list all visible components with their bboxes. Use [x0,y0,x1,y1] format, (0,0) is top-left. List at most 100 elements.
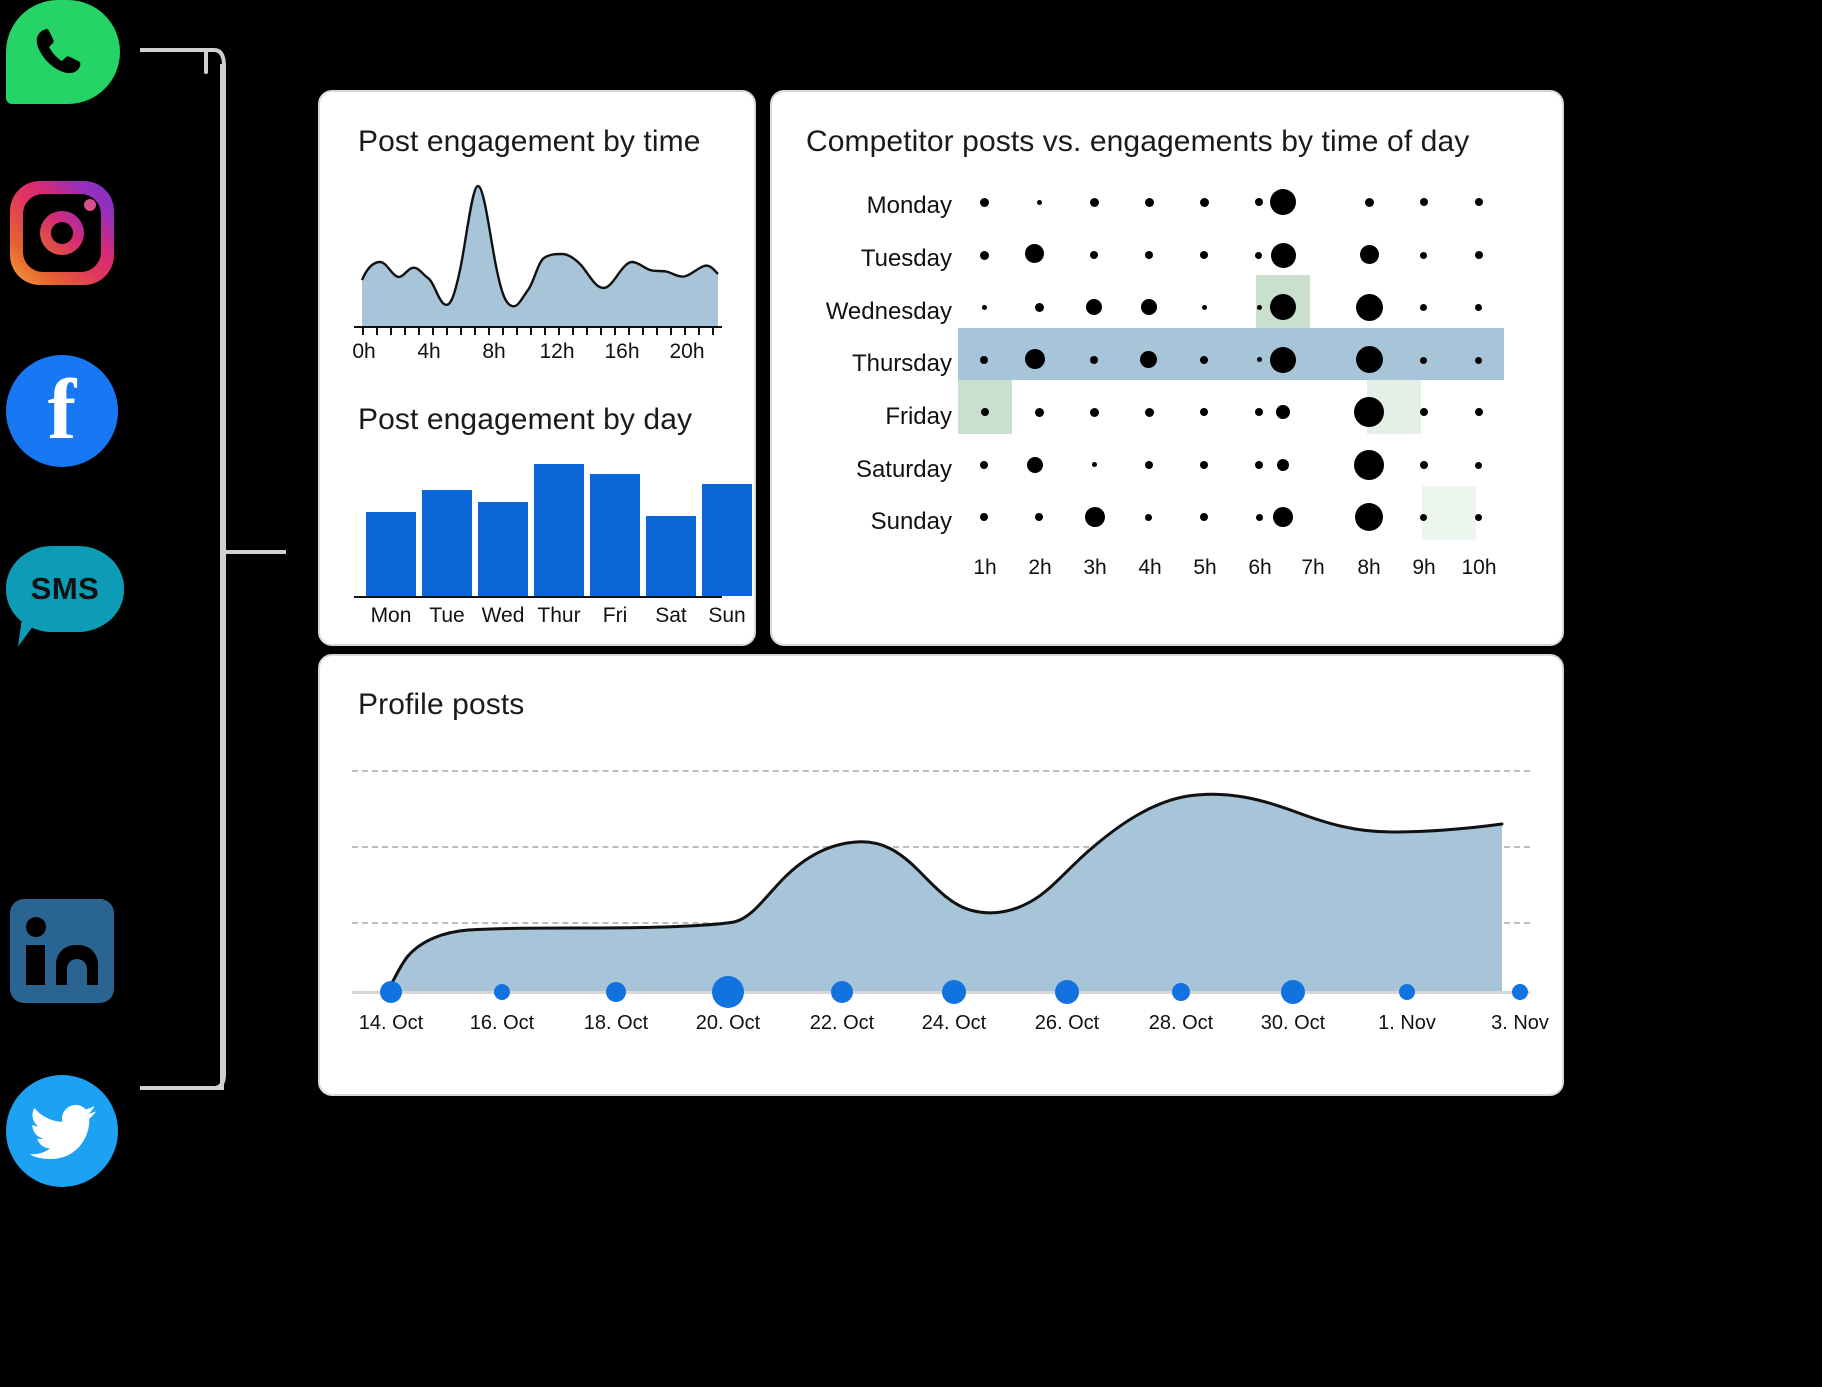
bubble-mon-9h [1420,198,1428,206]
bubble-sun-4h [1145,514,1152,521]
bar-wed [478,502,528,596]
hour-tick-7h: 7h [1301,556,1325,579]
bracket-curves [204,48,226,1090]
linkedin-n-cutout [67,959,87,985]
instagram-icon[interactable] [6,175,126,295]
linkedin-icon[interactable] [6,895,126,1015]
twitter-bird-glyph [30,1105,96,1159]
bubble-sun-1h [980,513,988,521]
whatsapp-handset-glyph [36,28,81,74]
sms-icon[interactable]: SMS [6,540,126,660]
bubble-wed-5h [1202,305,1207,310]
bubble-sat-3h [1092,462,1097,467]
engagement-day-axis [354,596,722,598]
bubble-fri-2h [1035,408,1044,417]
twitter-icon[interactable] [6,1075,126,1195]
bubble-tue-5h [1200,251,1208,259]
bar-thur [534,464,584,596]
bracket-top-arm [140,48,208,52]
instagram-frame-shape [10,181,114,285]
hour-tick-1h: 1h [973,556,997,579]
hour-tick-3h: 3h [1083,556,1107,579]
sms-label: SMS [30,571,100,606]
bubble-sun-9h [1420,514,1427,521]
day-tick-sat: Sat [655,604,687,627]
bubble-wed-7h [1270,294,1296,320]
bubble-thu-8h [1356,346,1383,373]
bubble-fri-9h [1420,408,1428,416]
row-label-saturday: Saturday [855,456,952,483]
bubble-fri-10h [1475,408,1483,416]
bubble-mon-6h [1255,198,1263,206]
bubble-sun-8h [1355,503,1383,531]
bubble-tue-10h [1475,251,1483,259]
bubble-wed-8h [1356,294,1383,321]
competitor-bubble-matrix: Monday Tuesday Wednesday Thursday Friday… [772,92,1562,644]
date-tick-24-oct: 24. Oct [921,1012,987,1034]
day-tick-tue: Tue [429,604,465,627]
post-marker-22-oct[interactable] [831,981,853,1003]
bubble-fri-7h [1276,405,1290,419]
post-marker-28-oct[interactable] [1172,983,1190,1001]
bar-sun [702,484,752,596]
bubble-sat-7h [1277,459,1289,471]
engagement-card: Post engagement by time 0h 4h 8h 12h 16h… [318,90,756,646]
bubble-thu-6h [1257,357,1262,362]
engagement-time-area-chart [360,184,719,326]
bubble-fri-5h [1200,408,1208,416]
time-tick-20h: 20h [669,340,705,363]
facebook-icon[interactable]: f [6,355,126,475]
bar-sat [646,516,696,596]
day-tick-fri: Fri [602,604,628,627]
instagram-flash-dot [84,199,96,211]
linkedin-i-bar [26,945,45,985]
instagram-lens-shape [40,211,84,255]
bubble-tue-7h [1271,243,1296,268]
time-tick-4h: 4h [417,340,441,363]
bubble-wed-1h [982,305,987,310]
bubble-mon-10h [1475,198,1483,206]
post-marker-20-oct[interactable] [712,976,744,1008]
bubble-wed-9h [1420,304,1427,311]
bubble-mon-8h [1365,198,1374,207]
post-marker-16-oct[interactable] [494,984,510,1000]
post-marker-24-oct[interactable] [942,980,966,1004]
row-label-thursday: Thursday [851,350,952,377]
bubble-sat-9h [1420,461,1428,469]
bubble-sun-5h [1200,513,1208,521]
post-marker-3-nov[interactable] [1512,984,1528,1000]
bubble-sat-2h [1027,457,1043,473]
row-label-friday: Friday [885,403,952,430]
highlight-cell-fri-1h [958,380,1012,434]
post-marker-14-oct[interactable] [380,981,402,1003]
bubble-mon-3h [1090,198,1099,207]
bubble-tue-6h [1255,252,1262,259]
bubble-sat-6h [1255,461,1263,469]
bubble-sat-4h [1145,461,1153,469]
bubble-wed-10h [1475,304,1482,311]
hour-tick-6h: 6h [1248,556,1272,579]
whatsapp-icon[interactable] [6,0,126,120]
bubble-mon-4h [1145,198,1154,207]
bar-mon [366,512,416,596]
engagement-time-axis [354,326,722,328]
post-marker-30-oct[interactable] [1281,980,1305,1004]
post-marker-26-oct[interactable] [1055,980,1079,1004]
post-marker-18-oct[interactable] [606,982,626,1002]
day-tick-mon: Mon [370,604,412,627]
post-marker-1-nov[interactable] [1399,984,1415,1000]
bubble-thu-2h [1025,349,1045,369]
day-tick-sun: Sun [708,604,746,627]
bubble-sat-8h [1354,450,1384,480]
hour-tick-2h: 2h [1028,556,1052,579]
bubble-thu-4h [1140,351,1157,368]
bubble-fri-8h [1354,397,1384,427]
profile-posts-baseline [352,991,1530,994]
bubble-wed-4h [1141,299,1157,315]
date-tick-1-nov: 1. Nov [1378,1012,1436,1034]
bubble-thu-1h [980,356,988,364]
row-label-monday: Monday [866,192,952,219]
engagement-day-title: Post engagement by day [358,403,693,436]
bubble-tue-1h [980,251,989,260]
date-tick-3-nov: 3. Nov [1491,1012,1549,1034]
